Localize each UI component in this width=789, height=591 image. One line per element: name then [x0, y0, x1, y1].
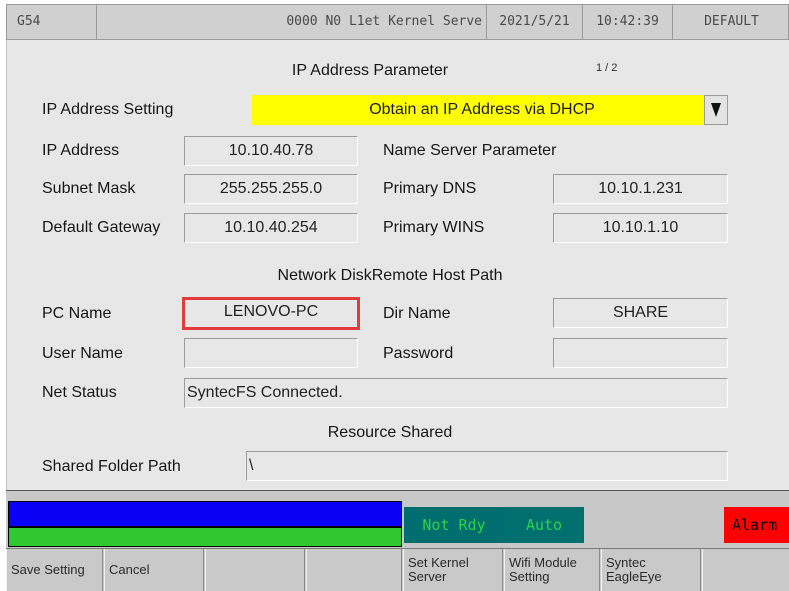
date-display: 2021/5/21: [487, 5, 583, 39]
primary-wins-field[interactable]: 10.10.1.10: [553, 213, 728, 243]
function-key-3[interactable]: [205, 549, 305, 591]
auto-mode-status: Auto: [504, 507, 584, 543]
password-label: Password: [383, 345, 454, 362]
ready-status: Not Rdy: [404, 507, 504, 543]
function-key-4[interactable]: [306, 549, 402, 591]
user-name-label: User Name: [42, 345, 123, 362]
progress-bar-green: [8, 527, 402, 547]
primary-wins-label: Primary WINS: [383, 219, 485, 236]
ip-setting-select[interactable]: Obtain an IP Address via DHCP: [252, 95, 712, 125]
wifi-module-setting-button[interactable]: Wifi Module Setting: [504, 549, 600, 591]
title-bar: G54 0000 N0 L1et Kernel Serve 2021/5/21 …: [6, 4, 789, 40]
dir-name-label: Dir Name: [383, 305, 451, 322]
network-disk-header: Network DiskRemote Host Path: [277, 267, 503, 284]
time-display: 10:42:39: [583, 5, 673, 39]
cancel-button[interactable]: Cancel: [104, 549, 204, 591]
default-gateway-label: Default Gateway: [42, 219, 161, 236]
resource-shared-header: Resource Shared: [327, 424, 453, 441]
pc-name-label: PC Name: [42, 305, 112, 322]
primary-dns-field[interactable]: 10.10.1.231: [553, 174, 728, 204]
alarm-status[interactable]: Alarm: [724, 507, 789, 543]
name-server-header: Name Server Parameter: [383, 142, 557, 159]
subnet-mask-field[interactable]: 255.255.255.0: [184, 174, 358, 204]
password-field[interactable]: [553, 338, 728, 368]
primary-dns-label: Primary DNS: [383, 180, 477, 197]
status-message: 0000 N0 L1et Kernel Serve: [97, 5, 487, 39]
ip-address-field[interactable]: 10.10.40.78: [184, 136, 358, 166]
dir-name-field[interactable]: SHARE: [553, 298, 728, 328]
page-indicator: 1 / 2: [596, 62, 618, 74]
mode-display: DEFAULT: [704, 14, 759, 29]
ip-address-label: IP Address: [42, 142, 120, 159]
ip-setting-label: IP Address Setting: [42, 101, 174, 118]
set-kernel-server-button[interactable]: Set Kernel Server: [403, 549, 503, 591]
page-title: IP Address Parameter: [291, 62, 449, 79]
net-status-label: Net Status: [42, 384, 117, 401]
pc-name-field[interactable]: LENOVO-PC: [182, 297, 360, 330]
default-gateway-field[interactable]: 10.10.40.254: [184, 213, 358, 243]
ip-setting-dropdown-button[interactable]: [704, 95, 728, 125]
user-name-field[interactable]: [184, 338, 358, 368]
coordinate-system: G54: [7, 5, 97, 39]
net-status-field: SyntecFS Connected.: [184, 378, 728, 408]
subnet-mask-label: Subnet Mask: [42, 180, 136, 197]
triangle-down-icon: [711, 103, 721, 117]
shared-folder-label: Shared Folder Path: [42, 458, 181, 475]
function-key-8[interactable]: [702, 549, 789, 591]
shared-folder-field[interactable]: \: [246, 451, 728, 481]
progress-bar-blue: [8, 501, 402, 527]
syntec-eagleeye-button[interactable]: Syntec EagleEye: [601, 549, 701, 591]
save-setting-button[interactable]: Save Setting: [6, 549, 103, 591]
